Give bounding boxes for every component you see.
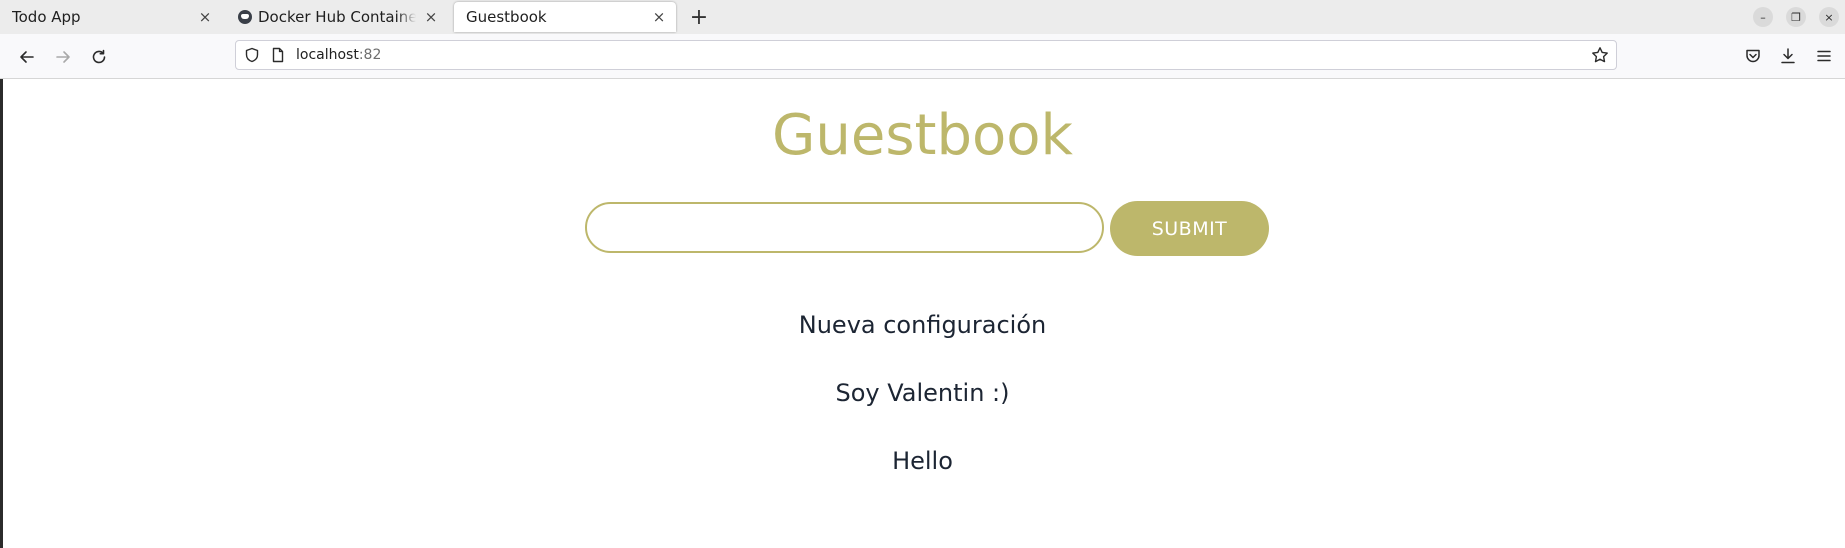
guestbook-entry: Soy Valentin :) [835,379,1010,407]
forward-button[interactable] [48,42,78,72]
tab-label: Docker Hub Container Image Library [258,7,416,26]
app-menu-button[interactable] [1812,44,1836,68]
nav-bar: localhost:82 [0,34,1845,79]
page-icon[interactable] [270,47,286,63]
bookmark-star-button[interactable] [1590,45,1610,65]
url-text[interactable]: localhost:82 [296,47,381,63]
arrow-left-icon [20,51,34,63]
shield-icon[interactable] [244,47,260,63]
tab-label: Todo App [12,7,81,26]
tab-label: Guestbook [466,8,547,26]
arrow-right-icon [56,51,70,63]
downloads-button[interactable] [1776,44,1800,68]
guestbook-entry-input[interactable] [585,202,1104,253]
reload-button[interactable] [84,42,114,72]
tab-close-icon[interactable]: × [196,8,214,26]
guestbook-entries-list: Nueva configuración Soy Valentin :) Hell… [0,308,1845,512]
page-content: Guestbook SUBMIT Nueva configuración Soy… [3,80,1845,548]
hamburger-menu-icon [1817,50,1831,62]
minimize-button[interactable]: – [1753,7,1773,27]
tab-todo-app[interactable]: Todo App × [0,0,222,33]
new-tab-button[interactable]: + [686,4,712,30]
reload-icon [92,49,106,64]
tab-strip: Todo App × Docker Hub Container Image Li… [0,0,1845,34]
guestbook-entry: Hello [892,447,953,475]
url-host: localhost [296,47,359,63]
url-port: :82 [358,47,382,63]
guestbook-entry: Nueva configuración [798,311,1047,339]
restore-button[interactable]: ❐ [1786,7,1806,27]
pocket-icon [1746,49,1760,63]
tab-close-icon[interactable]: × [422,8,440,26]
url-bar[interactable]: localhost:82 [235,40,1617,70]
star-icon [1592,47,1608,63]
back-button[interactable] [12,42,42,72]
tab-guestbook[interactable]: Guestbook × [454,2,676,32]
tab-docker-hub[interactable]: Docker Hub Container Image Library × [226,0,448,33]
tab-close-icon[interactable]: × [650,8,668,26]
submit-button[interactable]: SUBMIT [1110,201,1269,256]
download-icon [1781,48,1795,64]
docker-whale-icon [238,9,252,24]
pocket-button[interactable] [1741,44,1765,68]
close-window-button[interactable]: × [1819,7,1839,27]
page-title: Guestbook [772,103,1073,168]
